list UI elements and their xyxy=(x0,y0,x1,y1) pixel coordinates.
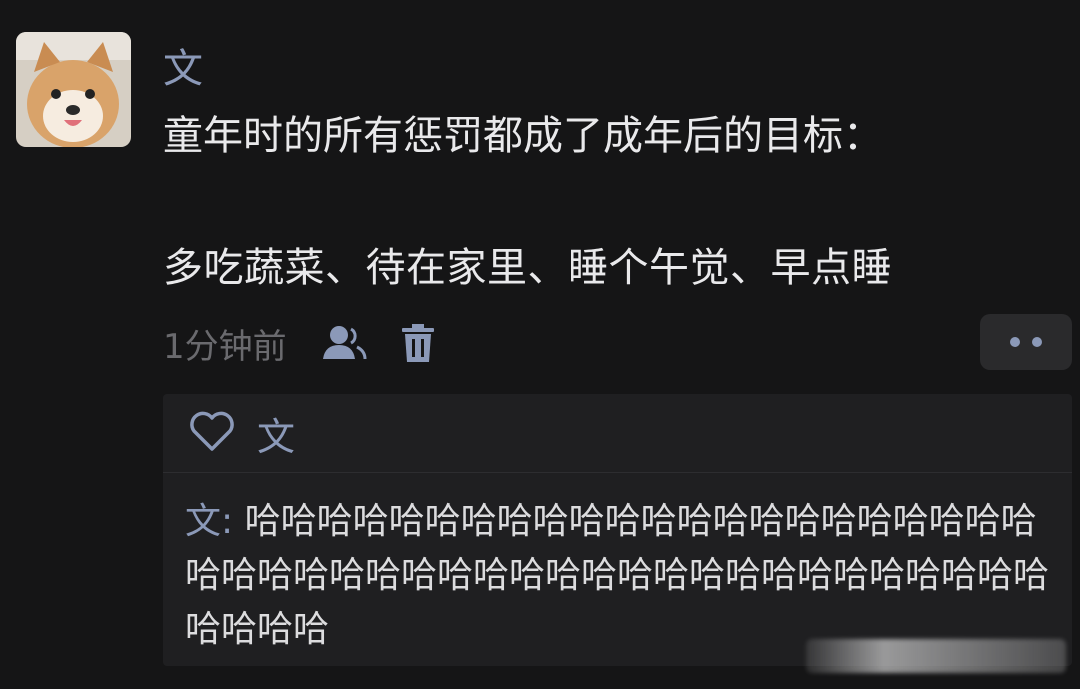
post-timestamp: 1分钟前 xyxy=(163,326,287,367)
dog-avatar-image xyxy=(16,32,131,147)
post-text-line2: 多吃蔬菜、待在家里、睡个午觉、早点睡 xyxy=(163,245,892,291)
comment-separator: : xyxy=(221,501,245,542)
comment-item[interactable]: 文: 哈哈哈哈哈哈哈哈哈哈哈哈哈哈哈哈哈哈哈哈哈哈哈哈哈哈哈哈哈哈哈哈哈哈哈哈哈… xyxy=(163,473,1070,657)
post-meta: 1分钟前 xyxy=(163,318,435,368)
more-dots-icon[interactable] xyxy=(980,314,1072,370)
post-text-line1: 童年时的所有惩罚都成了成年后的目标： xyxy=(163,113,883,159)
heart-outline-icon[interactable] xyxy=(189,410,235,456)
people-icon[interactable] xyxy=(321,323,367,363)
blurred-watermark xyxy=(806,639,1066,673)
post-content: 童年时的所有惩罚都成了成年后的目标： 多吃蔬菜、待在家里、睡个午觉、早点睡 xyxy=(163,108,1063,296)
comment-text: 哈哈哈哈哈哈哈哈哈哈哈哈哈哈哈哈哈哈哈哈哈哈哈哈哈哈哈哈哈哈哈哈哈哈哈哈哈哈哈哈… xyxy=(185,501,1050,650)
interaction-panel: 文 文: 哈哈哈哈哈哈哈哈哈哈哈哈哈哈哈哈哈哈哈哈哈哈哈哈哈哈哈哈哈哈哈哈哈哈哈… xyxy=(163,394,1072,666)
liker-name[interactable]: 文 xyxy=(257,406,295,461)
likes-row: 文 xyxy=(163,394,1072,473)
more-dot xyxy=(1010,337,1020,347)
comment-author[interactable]: 文 xyxy=(185,501,221,542)
trash-icon[interactable] xyxy=(401,323,435,363)
avatar[interactable] xyxy=(16,32,131,147)
more-dot xyxy=(1032,337,1042,347)
post-author-name[interactable]: 文 xyxy=(163,44,203,94)
